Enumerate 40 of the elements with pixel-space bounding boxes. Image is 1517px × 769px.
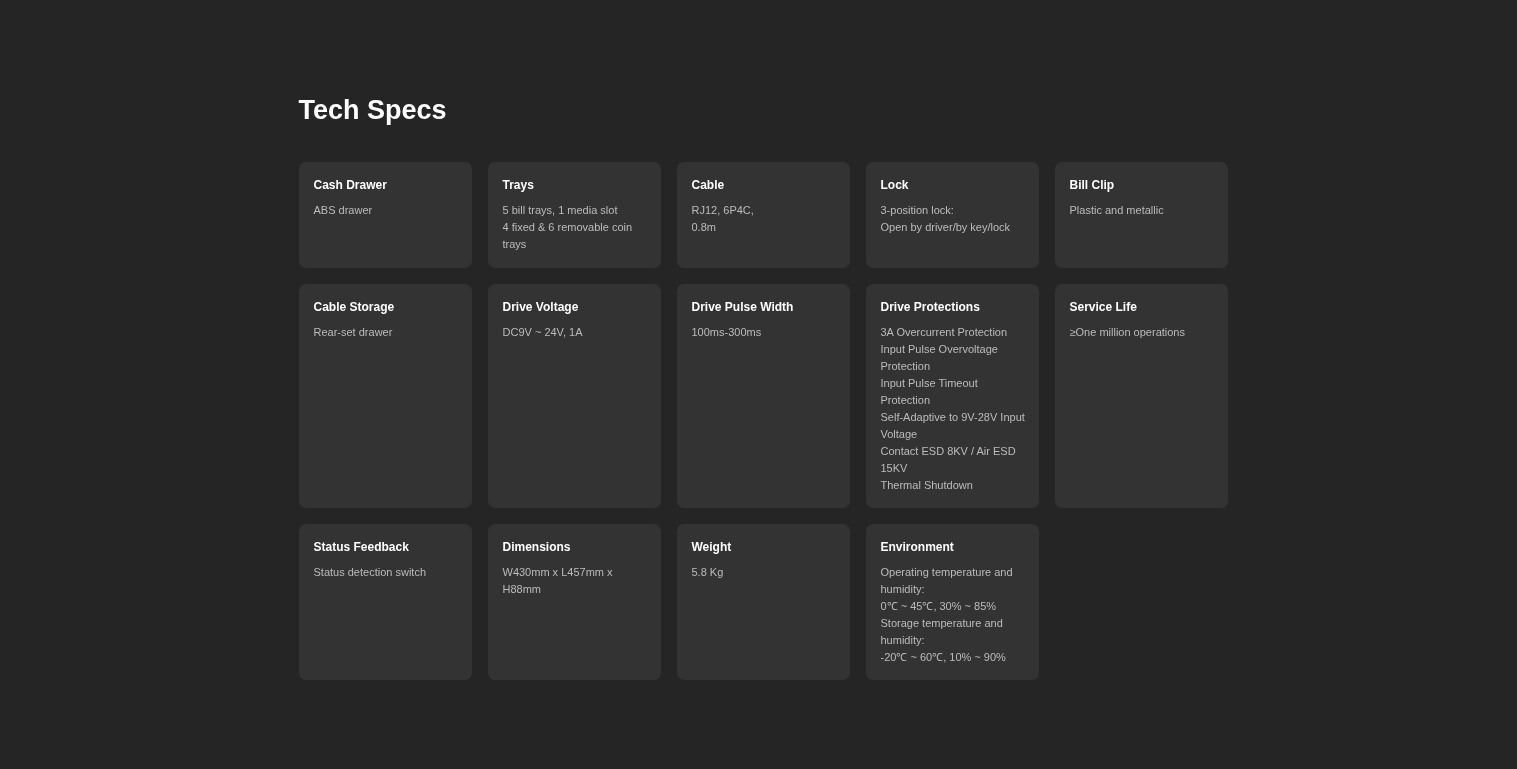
spec-value: ≥One million operations xyxy=(1069,325,1186,340)
page-title: Tech Specs xyxy=(298,94,447,127)
spec-value: Input Pulse Overvoltage Protection xyxy=(880,342,999,374)
spec-label: Drive Pulse Width xyxy=(691,300,795,315)
spec-value: Thermal Shutdown xyxy=(880,478,974,493)
spec-value: RJ12, 6P4C, xyxy=(691,203,755,218)
spec-label: Status Feedback xyxy=(313,540,410,555)
spec-value: DC9V ~ 24V, 1A xyxy=(502,325,584,340)
spec-label: Environment xyxy=(880,540,955,555)
spec-label: Trays xyxy=(502,178,535,193)
spec-value: 3A Overcurrent Protection xyxy=(880,325,1009,340)
spec-value: Input Pulse Timeout Protection xyxy=(880,376,979,408)
spec-value: Self-Adaptive to 9V-28V Input Voltage xyxy=(880,410,1026,442)
spec-value: -20℃ ~ 60℃, 10% ~ 90% xyxy=(880,650,1007,665)
spec-label: Weight xyxy=(691,540,733,555)
spec-label: Lock xyxy=(880,178,910,193)
spec-value: Status detection switch xyxy=(313,565,427,580)
spec-value: 5.8 Kg xyxy=(691,565,725,580)
spec-value: Storage temperature and humidity: xyxy=(880,616,1004,648)
spec-label: Drive Protections xyxy=(880,300,981,315)
spec-label: Service Life xyxy=(1069,300,1138,315)
spec-label: Cable xyxy=(691,178,726,193)
spec-label: Cash Drawer xyxy=(313,178,388,193)
spec-value: 4 fixed & 6 removable coin trays xyxy=(502,220,634,252)
spec-label: Dimensions xyxy=(502,540,572,555)
spec-value: W430mm x L457mm x H88mm xyxy=(502,565,614,597)
spec-value: Rear-set drawer xyxy=(313,325,394,340)
spec-label: Drive Voltage xyxy=(502,300,580,315)
spec-value: 100ms-300ms xyxy=(691,325,763,340)
spec-value: Operating temperature and humidity: xyxy=(880,565,1014,597)
spec-value: Plastic and metallic xyxy=(1069,203,1165,218)
spec-value: 0℃ ~ 45℃, 30% ~ 85% xyxy=(880,599,998,614)
spec-value: 0.8m xyxy=(691,220,717,235)
spec-value: Contact ESD 8KV / Air ESD 15KV xyxy=(880,444,1017,476)
spec-label: Cable Storage xyxy=(313,300,396,315)
spec-value: Open by driver/by key/lock xyxy=(880,220,1012,235)
spec-value: ABS drawer xyxy=(313,203,374,218)
spec-value: 5 bill trays, 1 media slot xyxy=(502,203,619,218)
spec-value: 3-position lock: xyxy=(880,203,955,218)
spec-label: Bill Clip xyxy=(1069,178,1116,193)
